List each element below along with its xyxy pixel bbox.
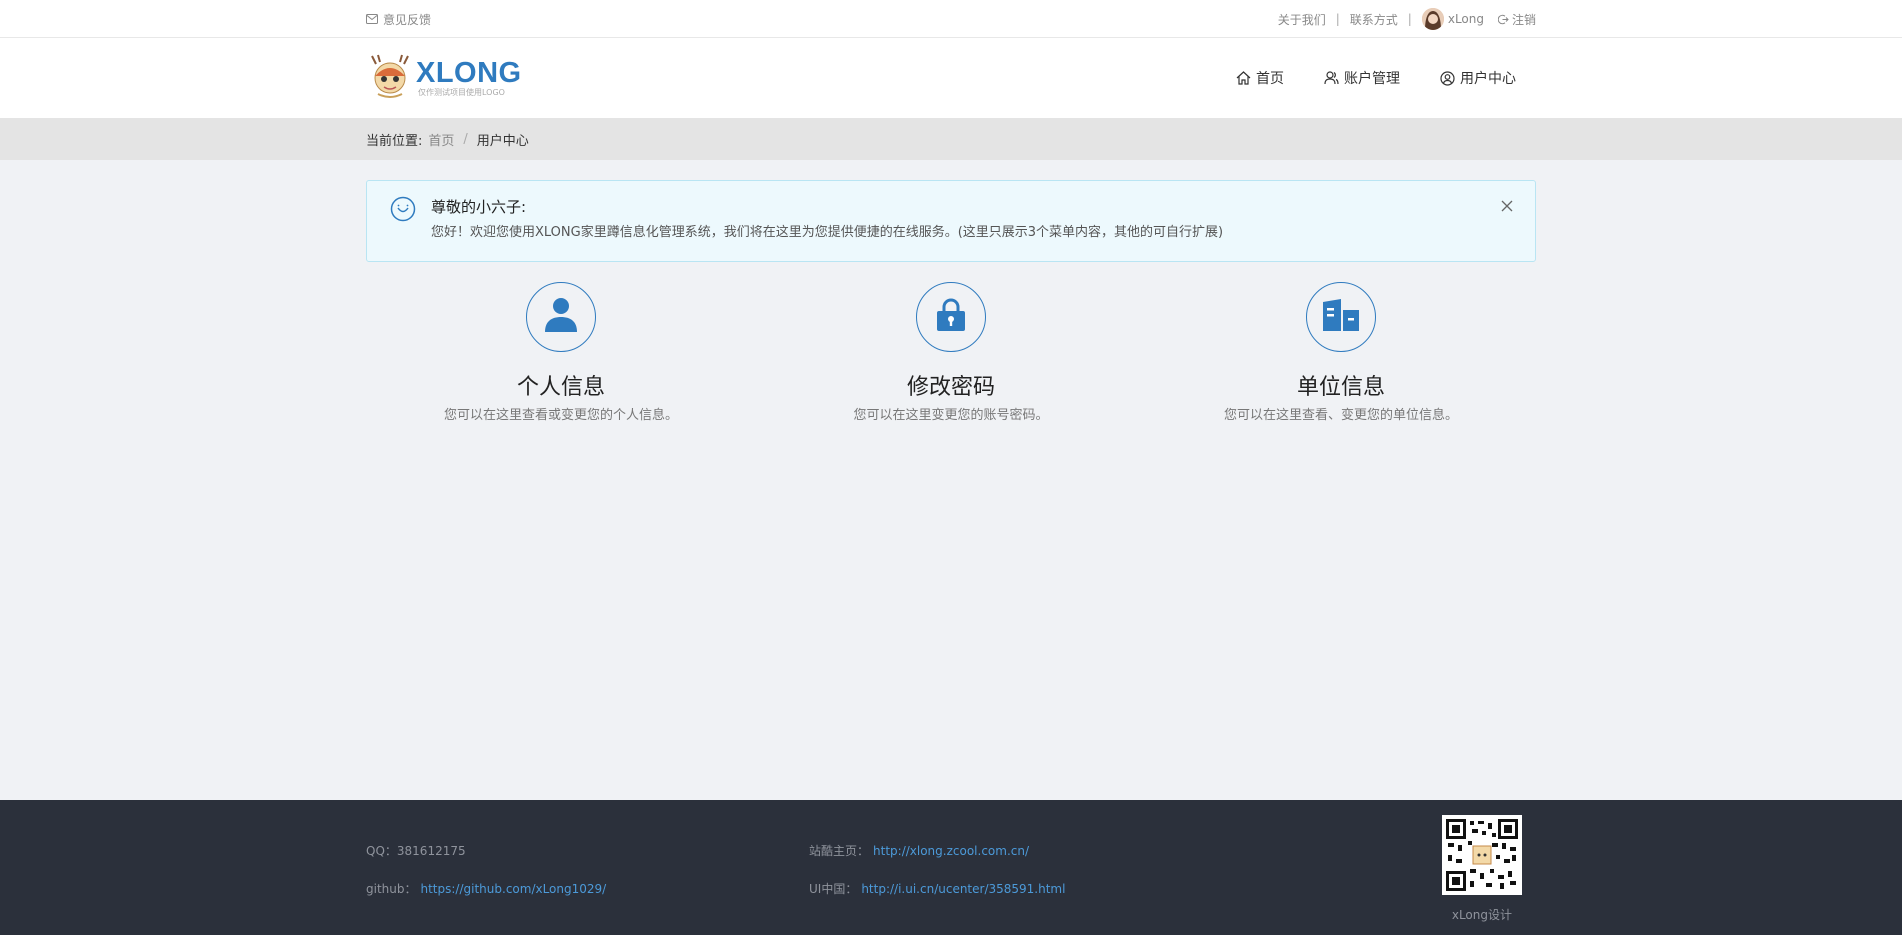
- top-bar: 意见反馈 关于我们 | 联系方式 | xLong 注销: [0, 0, 1902, 38]
- mail-icon: [366, 14, 378, 24]
- main-nav: 首页 账户管理 用户中心: [1196, 68, 1516, 88]
- card-organization-info[interactable]: 单位信息 您可以在这里查看、变更您的单位信息。: [1146, 282, 1536, 426]
- logo-title: XLONG: [416, 57, 522, 89]
- building-icon: [1321, 298, 1361, 336]
- card-change-password[interactable]: 修改密码 您可以在这里变更您的账号密码。: [756, 282, 1146, 426]
- card-title: 单位信息: [1296, 375, 1385, 400]
- qr-code-icon: [1446, 819, 1518, 891]
- separator: |: [1335, 12, 1340, 26]
- logo-mascot-icon: [366, 54, 414, 102]
- zcool-label: 站酷主页：: [809, 844, 870, 858]
- footer-github: github： https://github.com/xLong1029/: [366, 880, 606, 897]
- qq-number: 381612175: [396, 844, 466, 858]
- feedback-label: 意见反馈: [383, 12, 432, 27]
- close-icon[interactable]: [1501, 200, 1513, 212]
- github-link[interactable]: https://github.com/xLong1029/: [421, 882, 607, 896]
- logout-link[interactable]: 注销: [1497, 11, 1536, 28]
- header: XLONG 仅作测试项目使用LOGO 首页 账户管理 用户中心: [0, 38, 1902, 118]
- footer: QQ：381612175 github： https://github.com/x…: [0, 800, 1902, 935]
- card-icon-circle: [1306, 282, 1376, 352]
- nav-label: 账户管理: [1344, 71, 1400, 87]
- logo-subtitle: 仅作测试项目使用LOGO: [418, 88, 505, 97]
- card-description: 您可以在这里变更您的账号密码。: [853, 408, 1049, 423]
- card-personal-info[interactable]: 个人信息 您可以在这里查看或变更您的个人信息。: [366, 282, 756, 426]
- about-link[interactable]: 关于我们: [1278, 11, 1326, 28]
- card-title: 修改密码: [906, 375, 995, 400]
- footer-qq: QQ：381612175: [366, 842, 466, 859]
- nav-label: 用户中心: [1460, 71, 1516, 87]
- contact-link[interactable]: 联系方式: [1350, 11, 1398, 28]
- user-menu[interactable]: xLong: [1421, 8, 1484, 30]
- feature-cards: 个人信息 您可以在这里查看或变更您的个人信息。 修改密码 您可以在这里变更您的账…: [366, 282, 1536, 426]
- avatar: [1421, 8, 1444, 30]
- person-icon: [544, 297, 578, 337]
- logout-label: 注销: [1511, 12, 1536, 27]
- alert-message: 您好！欢迎您使用XLONG家里蹲信息化管理系统，我们将在这里为您提供便捷的在线服…: [431, 225, 1224, 240]
- footer-zcool: 站酷主页： http://xlong.zcool.com.cn/: [809, 842, 1029, 859]
- qq-label: QQ：: [366, 844, 397, 858]
- logo[interactable]: XLONG 仅作测试项目使用LOGO: [366, 54, 522, 102]
- breadcrumb: 当前位置: 首页 / 用户中心: [0, 118, 1902, 160]
- main-content: 尊敬的小六子: 您好！欢迎您使用XLONG家里蹲信息化管理系统，我们将在这里为您…: [366, 180, 1536, 426]
- users-icon: [1324, 71, 1339, 85]
- smile-icon: [390, 196, 416, 222]
- github-label: github：: [366, 882, 417, 896]
- user-circle-icon: [1440, 70, 1455, 86]
- lock-icon: [935, 298, 967, 336]
- feedback-link[interactable]: 意见反馈: [366, 11, 431, 28]
- username: xLong: [1447, 12, 1484, 26]
- nav-item-home[interactable]: 首页: [1236, 68, 1284, 88]
- nav-item-account[interactable]: 账户管理: [1324, 68, 1400, 88]
- card-title: 个人信息: [516, 375, 605, 400]
- breadcrumb-label: 当前位置:: [366, 133, 423, 149]
- logout-icon: [1497, 14, 1509, 25]
- ui-china-link[interactable]: http://i.ui.cn/ucenter/358591.html: [861, 882, 1065, 896]
- qr-code: [1442, 815, 1522, 895]
- card-icon-circle: [916, 282, 986, 352]
- card-description: 您可以在这里查看、变更您的单位信息。: [1223, 408, 1458, 423]
- qr-caption: xLong设计: [1451, 908, 1512, 922]
- footer-ui-china: UI中国： http://i.ui.cn/ucenter/358591.html: [809, 880, 1065, 897]
- card-icon-circle: [526, 282, 596, 352]
- home-icon: [1236, 71, 1251, 85]
- ui-china-label: UI中国：: [809, 882, 858, 896]
- separator: |: [1407, 12, 1412, 26]
- zcool-link[interactable]: http://xlong.zcool.com.cn/: [873, 844, 1029, 858]
- nav-item-user-center[interactable]: 用户中心: [1440, 68, 1516, 88]
- alert-title: 尊敬的小六子:: [431, 198, 527, 216]
- card-description: 您可以在这里查看或变更您的个人信息。: [443, 408, 678, 423]
- welcome-alert: 尊敬的小六子: 您好！欢迎您使用XLONG家里蹲信息化管理系统，我们将在这里为您…: [366, 180, 1536, 262]
- breadcrumb-home-link[interactable]: 首页: [428, 130, 454, 149]
- breadcrumb-separator: /: [463, 131, 468, 147]
- breadcrumb-current: 用户中心: [476, 133, 529, 149]
- nav-label: 首页: [1256, 71, 1284, 87]
